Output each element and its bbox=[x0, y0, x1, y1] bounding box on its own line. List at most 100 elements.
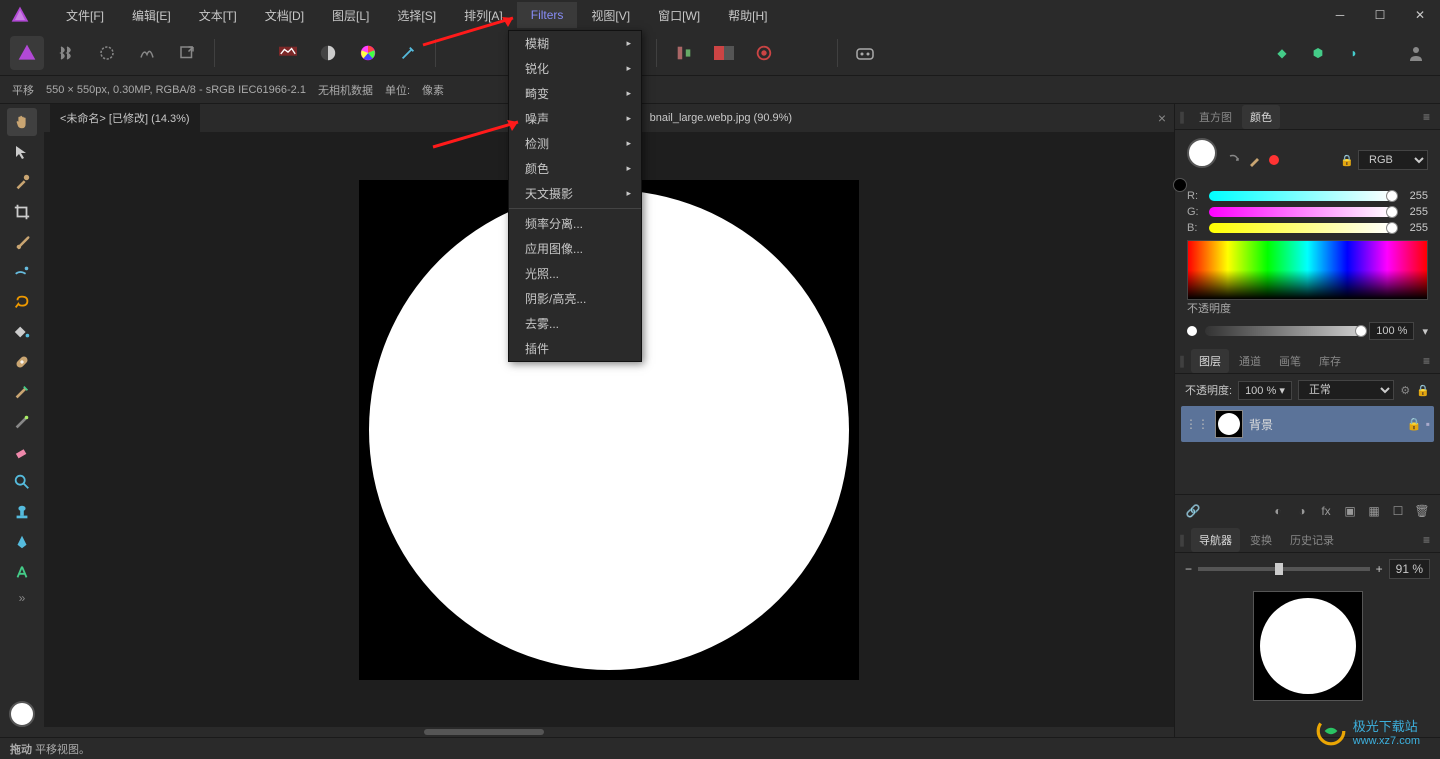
horizontal-scrollbar[interactable] bbox=[44, 727, 1174, 737]
stamp-tool[interactable] bbox=[7, 498, 37, 526]
hand-tool[interactable] bbox=[7, 108, 37, 136]
menu-select[interactable]: 选择[S] bbox=[383, 1, 450, 30]
adjustment-circle-icon[interactable] bbox=[311, 36, 345, 70]
adjust-icon[interactable]: ◑ bbox=[1292, 501, 1312, 521]
tab-histogram[interactable]: 直方图 bbox=[1191, 105, 1240, 129]
window-close[interactable]: ✕ bbox=[1400, 0, 1440, 30]
filter-astro[interactable]: 天文摄影▸ bbox=[509, 181, 641, 206]
filter-dehaze[interactable]: 去雾... bbox=[509, 311, 641, 336]
layer-lock-icon[interactable]: 🔒 bbox=[1407, 417, 1422, 431]
lock-icon[interactable]: 🔒 bbox=[1340, 154, 1354, 167]
alignment-icon[interactable] bbox=[667, 36, 701, 70]
filter-lighting[interactable]: 光照... bbox=[509, 261, 641, 286]
filter-blur[interactable]: 模糊▸ bbox=[509, 31, 641, 56]
menu-help[interactable]: 帮助[H] bbox=[714, 1, 781, 30]
foreground-color-swatch[interactable] bbox=[9, 701, 35, 727]
menu-document[interactable]: 文档[D] bbox=[251, 1, 318, 30]
add-layer-icon[interactable]: ☐ bbox=[1388, 501, 1408, 521]
gear-icon[interactable]: ⚙ bbox=[1400, 384, 1410, 397]
doc-tab-1[interactable]: <未命名> [已修改] (14.3%) bbox=[50, 104, 200, 132]
secondary-color-well[interactable] bbox=[1173, 178, 1187, 192]
doc-tab-2[interactable]: bnail_large.webp.jpg (90.9%) bbox=[640, 106, 802, 130]
b-slider[interactable] bbox=[1209, 223, 1392, 233]
filter-detect[interactable]: 检测▸ bbox=[509, 131, 641, 156]
opacity-slider[interactable] bbox=[1205, 326, 1361, 336]
filter-sharpen[interactable]: 锐化▸ bbox=[509, 56, 641, 81]
filter-apply-image[interactable]: 应用图像... bbox=[509, 236, 641, 261]
tab-transform[interactable]: 变换 bbox=[1242, 528, 1280, 552]
panel-menu-icon[interactable]: ≡ bbox=[1417, 108, 1436, 126]
menu-edit[interactable]: 编辑[E] bbox=[118, 1, 185, 30]
filter-noise[interactable]: 噪声▸ bbox=[509, 106, 641, 131]
group-icon[interactable]: ▦ bbox=[1364, 501, 1384, 521]
swap-colors-icon[interactable] bbox=[1227, 153, 1241, 167]
primary-color-well[interactable] bbox=[1187, 138, 1217, 168]
window-maximize[interactable]: ☐ bbox=[1360, 0, 1400, 30]
menu-file[interactable]: 文件[F] bbox=[52, 1, 118, 30]
move-tool[interactable] bbox=[7, 138, 37, 166]
account-store-icon[interactable]: ◗ bbox=[1340, 39, 1368, 67]
paint-brush-tool[interactable] bbox=[7, 228, 37, 256]
opacity-value[interactable]: 100 % bbox=[1369, 322, 1414, 340]
more-tools[interactable]: » bbox=[7, 588, 37, 608]
tab-stock[interactable]: 库存 bbox=[1311, 349, 1349, 373]
menu-window[interactable]: 窗口[W] bbox=[644, 1, 714, 30]
pen-tool[interactable] bbox=[7, 528, 37, 556]
menu-view[interactable]: 视图[V] bbox=[577, 1, 644, 30]
tab-close-icon[interactable]: × bbox=[1150, 110, 1174, 126]
account-cloud-icon[interactable]: ◆ bbox=[1268, 39, 1296, 67]
filter-color[interactable]: 颜色▸ bbox=[509, 156, 641, 181]
erase-brush-tool[interactable] bbox=[7, 438, 37, 466]
menu-arrange[interactable]: 排列[A] bbox=[450, 1, 517, 30]
zoom-value[interactable]: 91 % bbox=[1389, 559, 1430, 579]
persona-tone[interactable] bbox=[130, 36, 164, 70]
context-unit-value[interactable]: 像素 bbox=[422, 82, 444, 98]
lock-icon[interactable]: 🔒 bbox=[1416, 384, 1430, 397]
layer-item[interactable]: ⋮⋮ 背景 🔒▪ bbox=[1181, 406, 1434, 442]
quickmask-icon[interactable] bbox=[747, 36, 781, 70]
text-tool[interactable] bbox=[7, 558, 37, 586]
zoom-slider[interactable] bbox=[1198, 567, 1370, 571]
zoom-tool[interactable] bbox=[7, 468, 37, 496]
g-slider[interactable] bbox=[1209, 207, 1392, 217]
eyedropper-icon[interactable] bbox=[1247, 152, 1263, 168]
dodge-brush-tool[interactable] bbox=[7, 408, 37, 436]
blend-mode-select[interactable]: 正常 bbox=[1298, 380, 1395, 400]
visibility-dots-icon[interactable]: ⋮⋮ bbox=[1185, 417, 1209, 431]
menu-filters[interactable]: Filters bbox=[517, 2, 578, 28]
tab-channels[interactable]: 通道 bbox=[1231, 349, 1269, 373]
crop-ratio-icon[interactable] bbox=[707, 36, 741, 70]
tab-color[interactable]: 颜色 bbox=[1242, 105, 1280, 129]
assistant-icon[interactable] bbox=[848, 36, 882, 70]
delete-layer-icon[interactable]: 🗑 bbox=[1412, 501, 1432, 521]
window-minimize[interactable]: ─ bbox=[1320, 0, 1360, 30]
r-slider[interactable] bbox=[1209, 191, 1392, 201]
filter-shadows[interactable]: 阴影/高亮... bbox=[509, 286, 641, 311]
panel-menu-icon[interactable]: ≡ bbox=[1417, 531, 1436, 549]
zoom-out-icon[interactable]: − bbox=[1185, 562, 1192, 576]
tab-brushes[interactable]: 画笔 bbox=[1271, 349, 1309, 373]
opacity-dropdown-icon[interactable]: ▾ bbox=[1422, 325, 1428, 338]
panel-menu-icon[interactable]: ≡ bbox=[1417, 352, 1436, 370]
filter-freq-sep[interactable]: 频率分离... bbox=[509, 211, 641, 236]
tab-navigator[interactable]: 导航器 bbox=[1191, 528, 1240, 552]
persona-liquify[interactable] bbox=[50, 36, 84, 70]
filter-plugins[interactable]: 插件 bbox=[509, 336, 641, 361]
flood-fill-tool[interactable] bbox=[7, 318, 37, 346]
link-icon[interactable]: 🔗 bbox=[1183, 501, 1203, 521]
persona-photo[interactable] bbox=[10, 36, 44, 70]
wand-icon[interactable] bbox=[391, 36, 425, 70]
heal-brush-tool[interactable] bbox=[7, 348, 37, 376]
color-spectrum[interactable] bbox=[1187, 240, 1428, 300]
mask-icon[interactable]: ◐ bbox=[1268, 501, 1288, 521]
lasso-tool[interactable] bbox=[7, 288, 37, 316]
persona-develop[interactable] bbox=[90, 36, 124, 70]
fx-icon[interactable]: fx bbox=[1316, 501, 1336, 521]
zoom-in-icon[interactable]: + bbox=[1376, 562, 1383, 576]
layer-visible-icon[interactable]: ▪ bbox=[1426, 417, 1430, 431]
color-wheel-icon[interactable] bbox=[351, 36, 385, 70]
tab-layers[interactable]: 图层 bbox=[1191, 349, 1229, 373]
layer-opacity-value[interactable]: 100 % ▾ bbox=[1238, 381, 1292, 400]
selection-brush-tool[interactable] bbox=[7, 258, 37, 286]
menu-text[interactable]: 文本[T] bbox=[185, 1, 251, 30]
